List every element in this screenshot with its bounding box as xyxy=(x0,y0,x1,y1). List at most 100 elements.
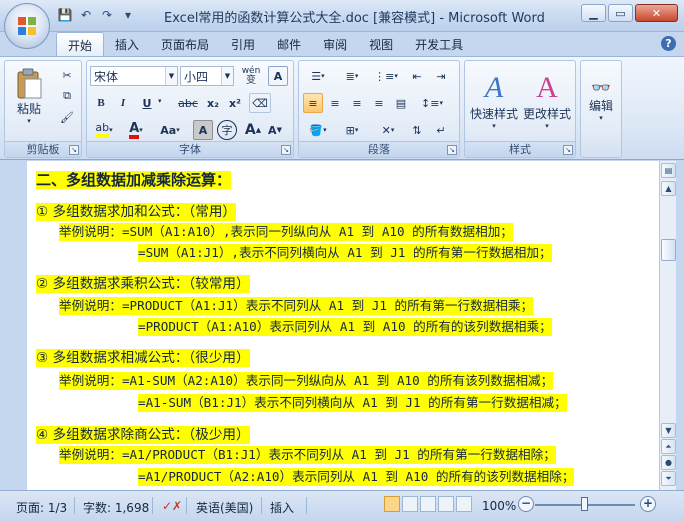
cut-button[interactable]: ✂ xyxy=(57,65,77,85)
outline-view-button[interactable] xyxy=(438,496,454,512)
zoom-in-button[interactable]: + xyxy=(640,496,656,512)
maximize-button[interactable]: ▭ xyxy=(608,4,633,22)
tab-page-layout[interactable]: 页面布局 xyxy=(150,32,220,56)
font-name-combo[interactable]: 宋体 ▼ xyxy=(90,66,178,86)
superscript-button[interactable]: x² xyxy=(225,93,245,113)
chevron-down-icon[interactable]: ▼ xyxy=(165,67,177,85)
web-layout-view-button[interactable] xyxy=(420,496,436,512)
tab-view[interactable]: 视图 xyxy=(358,32,404,56)
office-logo-icon xyxy=(18,17,36,35)
numbering-button[interactable]: ≣ ▾ xyxy=(337,66,367,86)
clear-formatting-icon: ⌫ xyxy=(252,96,268,110)
bold-button[interactable]: B xyxy=(91,93,111,113)
underline-button[interactable]: U xyxy=(137,93,157,113)
office-button[interactable] xyxy=(4,3,50,49)
language-indicator[interactable]: 英语(美国) xyxy=(196,499,253,516)
tab-developer[interactable]: 开发工具 xyxy=(404,32,474,56)
font-size-combo[interactable]: 小四 ▼ xyxy=(180,66,234,86)
zoom-out-button[interactable]: − xyxy=(518,496,534,512)
phonetic-guide-button[interactable]: wén 变 xyxy=(238,66,264,86)
distributed-button[interactable]: ▤ xyxy=(391,93,411,113)
tab-mailings[interactable]: 邮件 xyxy=(266,32,312,56)
proofing-icon[interactable]: ✓✗ xyxy=(162,499,182,513)
draft-view-button[interactable] xyxy=(456,496,472,512)
divider xyxy=(152,497,153,514)
zoom-slider-handle[interactable] xyxy=(581,497,588,511)
print-layout-view-button[interactable] xyxy=(384,496,400,512)
scroll-thumb[interactable] xyxy=(661,239,676,261)
tab-review[interactable]: 审阅 xyxy=(312,32,358,56)
vertical-scrollbar[interactable]: ▤ ▲ ▼ ⏶ ● ⏷ xyxy=(659,161,676,490)
tab-references[interactable]: 引用 xyxy=(220,32,266,56)
scroll-up-button[interactable]: ▲ xyxy=(661,181,676,196)
styles-launcher[interactable]: ↘ xyxy=(563,145,573,155)
decrease-indent-button[interactable]: ⇤ xyxy=(407,66,427,86)
format-painter-button[interactable]: 🖌 xyxy=(57,107,77,127)
chevron-down-icon[interactable]: ▼ xyxy=(221,67,233,85)
clipboard-launcher[interactable]: ↘ xyxy=(69,145,79,155)
grow-font-button[interactable]: A ▲ xyxy=(243,120,263,140)
align-center-button[interactable]: ≡ xyxy=(325,93,345,113)
increase-indent-button[interactable]: ⇥ xyxy=(431,66,451,86)
select-browse-object-button[interactable]: ● xyxy=(661,455,676,470)
change-styles-button[interactable]: A 更改样式 ▾ xyxy=(521,64,573,136)
quick-styles-label: 快速样式 xyxy=(469,106,518,121)
change-styles-label: 更改样式 xyxy=(522,106,571,121)
bullets-button[interactable]: ☰ ▾ xyxy=(303,66,333,86)
sort-button[interactable]: ⇅ xyxy=(407,120,427,140)
help-button[interactable]: ? xyxy=(661,36,676,51)
close-button[interactable]: ✕ xyxy=(635,4,678,22)
next-page-button[interactable]: ⏷ xyxy=(661,471,676,486)
paste-button[interactable]: 粘贴 ▾ xyxy=(9,65,49,127)
font-color-button[interactable]: A ▾ xyxy=(123,120,149,140)
strikethrough-button[interactable]: abc xyxy=(175,93,201,113)
underline-dropdown[interactable]: ▾ xyxy=(158,97,162,105)
zoom-level[interactable]: 100% xyxy=(482,499,516,513)
shading-button[interactable]: 🪣 ▾ xyxy=(303,120,333,140)
quick-styles-button[interactable]: A 快速样式 ▾ xyxy=(468,64,520,136)
example-line: =SUM（A1:J1）,表示不同列横向从 A1 到 J1 的所有第一行数据相加； xyxy=(138,244,552,262)
change-case-button[interactable]: Aa ▾ xyxy=(155,120,185,140)
minimize-button[interactable]: ▁ xyxy=(581,4,606,22)
multilevel-list-button[interactable]: ⋮≡ ▾ xyxy=(371,66,401,86)
editing-button[interactable]: 👓 编辑 ▾ xyxy=(583,64,619,136)
window-title: Excel常用的函数计算公式大全.doc [兼容模式] - Microsoft … xyxy=(164,11,545,26)
paragraph-launcher[interactable]: ↘ xyxy=(447,145,457,155)
customize-qat-button[interactable]: ▾ xyxy=(119,6,137,24)
subscript-button[interactable]: x₂ xyxy=(203,93,223,113)
ruler-toggle-button[interactable]: ▤ xyxy=(661,163,676,178)
char-border-button[interactable]: A xyxy=(268,66,288,86)
tab-insert[interactable]: 插入 xyxy=(104,32,150,56)
quick-access-toolbar: 💾 ↶ ↷ ▾ xyxy=(56,6,137,24)
word-count[interactable]: 字数: 1,698 xyxy=(83,499,149,516)
align-left-button[interactable]: ≡ xyxy=(303,93,323,113)
shrink-font-button[interactable]: A ▼ xyxy=(265,120,285,140)
full-screen-reading-view-button[interactable] xyxy=(402,496,418,512)
highlight-color-button[interactable]: ab ▾ xyxy=(91,120,117,140)
copy-button[interactable]: ⧉ xyxy=(57,86,77,106)
align-right-button[interactable]: ≡ xyxy=(347,93,367,113)
clear-formatting-button[interactable]: ⌫ xyxy=(249,93,271,113)
align-left-icon: ≡ xyxy=(308,96,318,110)
enclose-characters-button[interactable]: 字 xyxy=(217,120,237,140)
scroll-down-button[interactable]: ▼ xyxy=(661,423,676,438)
double-up-icon: ⏶ xyxy=(665,442,672,451)
line-spacing-button[interactable]: ↕≡ ▾ xyxy=(417,93,447,113)
undo-button[interactable]: ↶ xyxy=(77,6,95,24)
justify-button[interactable]: ≡ xyxy=(369,93,389,113)
tab-home[interactable]: 开始 xyxy=(56,32,105,56)
char-shading-button[interactable]: A xyxy=(193,120,213,140)
insert-mode-indicator[interactable]: 插入 xyxy=(270,499,294,516)
redo-button[interactable]: ↷ xyxy=(98,6,116,24)
font-launcher[interactable]: ↘ xyxy=(281,145,291,155)
styles-group-label: 样式 xyxy=(465,141,575,157)
document-page[interactable]: 二、多组数据加减乘除运算： ① 多组数据求加和公式：（常用） 举例说明：=SUM… xyxy=(27,161,659,490)
borders-button[interactable]: ⊞ ▾ xyxy=(337,120,367,140)
ribbon-tabs: 开始 插入 页面布局 引用 邮件 审阅 视图 开发工具 xyxy=(56,32,474,56)
italic-button[interactable]: I xyxy=(113,93,133,113)
chinese-layout-button[interactable]: ✕ ▾ xyxy=(373,120,403,140)
save-button[interactable]: 💾 xyxy=(56,6,74,24)
previous-page-button[interactable]: ⏶ xyxy=(661,439,676,454)
show-marks-button[interactable]: ↵ xyxy=(431,120,451,140)
page-count[interactable]: 页面: 1/3 xyxy=(16,499,67,516)
